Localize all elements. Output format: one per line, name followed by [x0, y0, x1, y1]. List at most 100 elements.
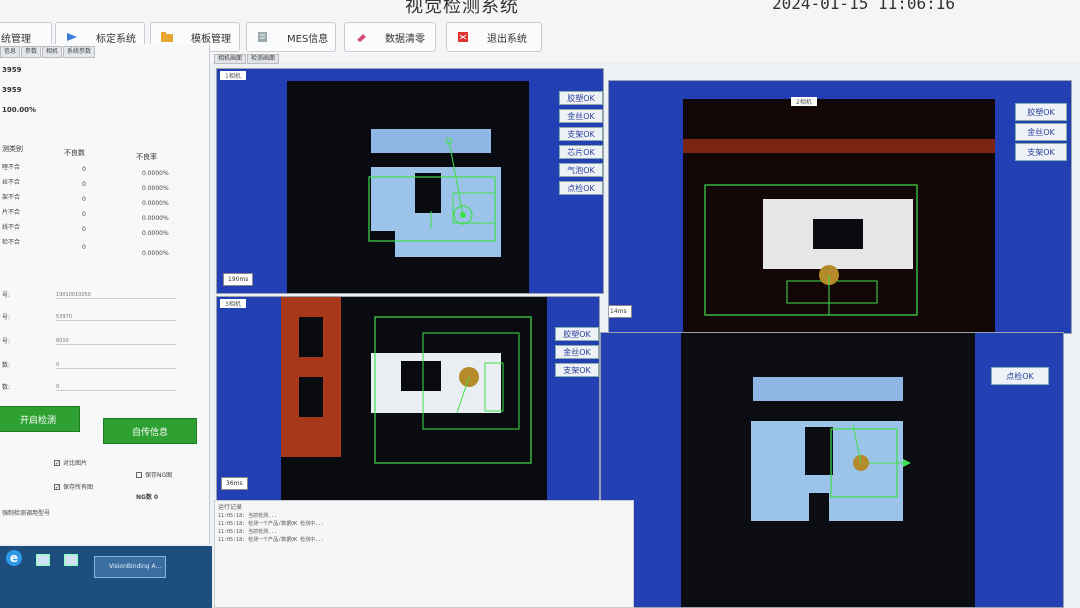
field-value-5[interactable]: 0 — [56, 384, 176, 391]
log-line: 11:05:18: 当前检测... — [218, 513, 278, 519]
datetime-display: 2024-01-15 11:06:16 — [772, 0, 956, 13]
camera-1-result-4[interactable]: 芯片OK — [559, 145, 603, 159]
tab-camera[interactable]: 相机 — [42, 46, 63, 58]
explorer-icon[interactable] — [36, 554, 50, 566]
save-all-images-label: 保存所有图 — [63, 484, 94, 491]
camera-4-view: 点检OK — [600, 332, 1064, 608]
log-line: 11:05:18: 当前检测... — [218, 529, 278, 535]
compare-image-checkbox[interactable]: ✓ 对比图片 — [54, 458, 87, 467]
field-value-1[interactable]: 19010010050 — [56, 292, 176, 299]
row-name: 片不合 — [2, 209, 21, 216]
camera-1-image — [287, 81, 529, 293]
good-count: 3959 — [2, 86, 22, 94]
row-rate: 0.0000% — [142, 215, 169, 222]
windows-taskbar: e VisionBinding A... — [0, 546, 212, 608]
field-label-5: 数: — [2, 384, 11, 391]
left-tab-bar: 信息 参数 相机 系统参数 — [0, 46, 209, 58]
field-label-1: 号: — [2, 292, 11, 299]
checkbox-box[interactable] — [136, 471, 142, 478]
row-rate: 0.0000% — [142, 250, 169, 257]
clear-data-button[interactable]: 数据清零 — [344, 22, 436, 52]
camera-4-result-1[interactable]: 点检OK — [991, 367, 1049, 385]
save-all-images-checkbox[interactable]: ✓ 保存所有图 — [54, 482, 93, 491]
app-title: 视觉检测系统 — [405, 0, 519, 17]
field-label-3: 号: — [2, 338, 11, 345]
start-button[interactable]: e — [6, 550, 22, 566]
calibrate-system-label: 标定系统 — [96, 33, 136, 45]
folder-icon — [161, 32, 173, 42]
camera-4-overlay — [751, 377, 911, 533]
camera-2-result-1[interactable]: 胶塑OK — [1015, 103, 1067, 121]
field-value-2[interactable]: 53970 — [56, 314, 176, 321]
row-rate: 0.0000% — [142, 200, 169, 207]
row-ng: 0 — [82, 244, 86, 251]
tab-camera-view[interactable]: 相机画面 — [214, 54, 247, 64]
camera-1-view: 1相机 190ms 23891 胶塑OK 金丝OK 支架OK 芯片OK 气泡OK… — [216, 68, 604, 294]
checkbox-box[interactable]: ✓ — [54, 483, 60, 490]
field-value-3[interactable]: 6010 — [56, 338, 176, 345]
log-title: 运行记录 — [218, 504, 243, 511]
left-panel: 信息 参数 相机 系统参数 3959 3959 100.00% 电 测类别 不良… — [0, 44, 242, 544]
compare-image-label: 对比图片 — [63, 460, 88, 467]
camera-2-result-2[interactable]: 金丝OK — [1015, 123, 1067, 141]
eraser-icon — [355, 32, 367, 42]
exit-system-label: 退出系统 — [487, 33, 527, 45]
tab-info[interactable]: 信息 — [0, 46, 21, 58]
camera-1-result-2[interactable]: 金丝OK — [559, 109, 603, 123]
tab-params[interactable]: 参数 — [21, 46, 42, 58]
row-rate: 0.0000% — [142, 185, 169, 192]
camera-1-label: 1相机 — [220, 71, 246, 80]
checkbox-box[interactable]: ✓ — [54, 459, 60, 466]
exit-system-button[interactable]: 退出系统 — [446, 22, 542, 52]
camera-1-time: 190ms — [223, 273, 254, 286]
field-label-4: 数: — [2, 362, 11, 369]
camera-2-label: 2相机 — [791, 97, 817, 106]
exit-icon — [457, 32, 469, 42]
field-value-4[interactable]: 0 — [56, 362, 176, 369]
camera-3-label: 3相机 — [220, 299, 246, 308]
row-ng: 0 — [82, 196, 86, 203]
row-ng: 0 — [82, 226, 86, 233]
forced-model-label: 强制检测调用型号 — [2, 510, 51, 517]
app-icon[interactable] — [64, 554, 78, 566]
clear-data-label: 数据清零 — [385, 33, 425, 45]
run-log-panel: 运行记录 11:05:18: 当前检测... 11:05:18: 检测一个产品/… — [214, 500, 634, 608]
row-rate: 0.0000% — [142, 230, 169, 237]
camera-2-time: 14ms — [609, 305, 632, 318]
save-ng-images-checkbox[interactable]: 保存NG图 — [136, 470, 172, 479]
template-management-label: 模板管理 — [191, 33, 231, 45]
taskbar-app-item[interactable]: VisionBinding A... — [94, 556, 166, 578]
calibrate-icon — [66, 32, 78, 42]
system-management-label: 统管理 — [1, 33, 31, 45]
camera-2-result-3[interactable]: 支架OK — [1015, 143, 1067, 161]
mes-info-button[interactable]: MES信息 — [246, 22, 336, 52]
camera-3-result-2[interactable]: 金丝OK — [555, 345, 599, 359]
camera-1-result-3[interactable]: 支架OK — [559, 127, 603, 141]
upload-info-button[interactable]: 自传信息 — [103, 418, 197, 444]
camera-3-result-3[interactable]: 支架OK — [555, 363, 599, 377]
row-ng: 0 — [82, 181, 86, 188]
info-icon — [257, 32, 269, 42]
camera-1-result-6[interactable]: 点检OK — [559, 181, 603, 195]
row-ng: 0 — [82, 166, 86, 173]
tab-detection-view[interactable]: 检测画面 — [247, 54, 280, 64]
camera-1-result-1[interactable]: 胶塑OK — [559, 91, 603, 105]
ng-count: NG数 0 — [136, 494, 159, 501]
row-name: 架不合 — [2, 194, 21, 201]
row-name: 检不合 — [2, 239, 21, 246]
field-label-2: 号: — [2, 314, 11, 321]
camera-1-result-5[interactable]: 气泡OK — [559, 163, 603, 177]
start-detection-button[interactable]: 开启检测 — [0, 406, 80, 432]
camera-1-overlay — [368, 129, 501, 257]
log-line: 11:05:18: 检测一个产品/数据OK 检测中... — [218, 521, 325, 527]
camera-2-image — [683, 99, 995, 333]
camera-2-overlay — [683, 139, 995, 316]
row-name: 哩不合 — [2, 164, 21, 171]
col-category-header: 测类别 — [2, 145, 23, 153]
mes-info-label: MES信息 — [287, 33, 329, 45]
row-rate: 0.0000% — [142, 170, 169, 177]
row-name: 线不合 — [2, 224, 21, 231]
camera-3-result-1[interactable]: 胶塑OK — [555, 327, 599, 341]
row-ng: 0 — [82, 211, 86, 218]
tab-system-params[interactable]: 系统参数 — [63, 46, 96, 58]
